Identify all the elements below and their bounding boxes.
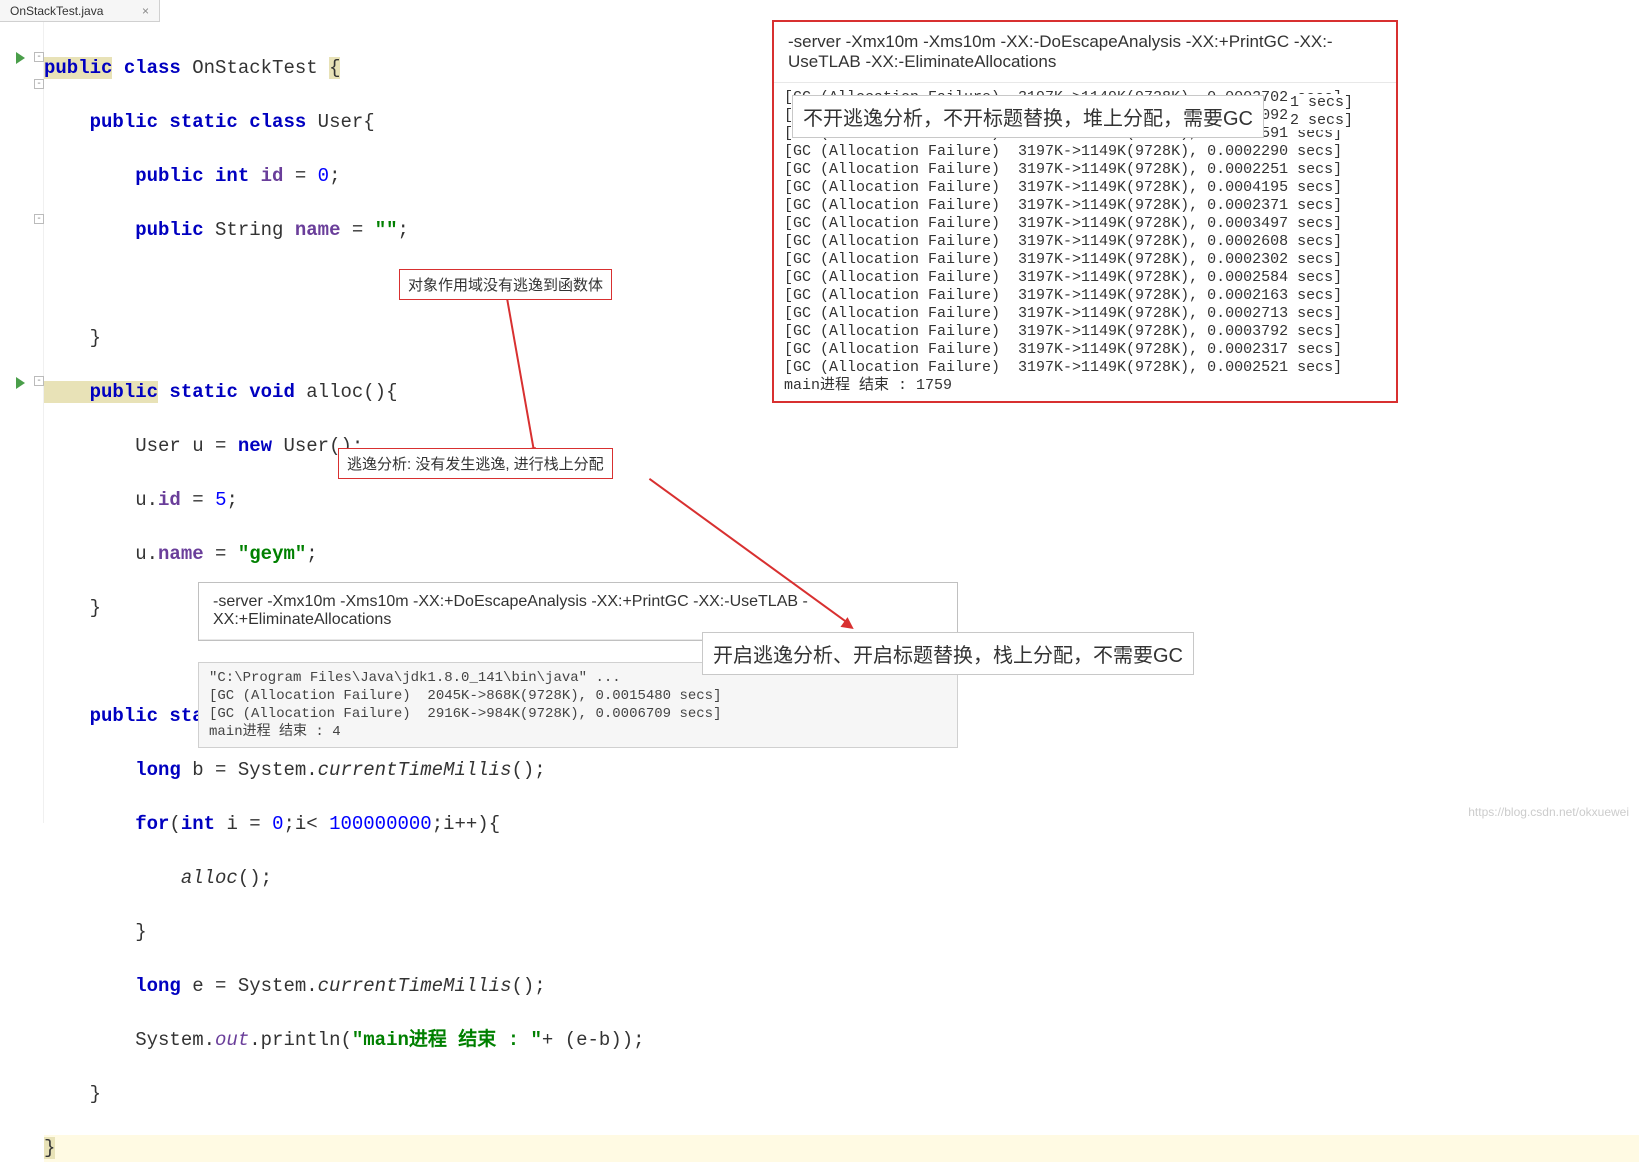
code-line: System.out.println("main进程 结束 : "+ (e-b)… [44, 1027, 1639, 1054]
file-tab-title: OnStackTest.java [10, 4, 103, 18]
code-line: u.name = "geym"; [44, 541, 1639, 568]
annotation-escape-analysis: 逃逸分析: 没有发生逃逸, 进行栈上分配 [338, 448, 613, 479]
code-line: long b = System.currentTimeMillis(); [44, 757, 1639, 784]
code-line: u.id = 5; [44, 487, 1639, 514]
code-line: } [44, 1135, 1639, 1162]
note-no-escape: 不开逃逸分析，不开标题替换，堆上分配，需要GC [792, 95, 1264, 138]
code-line: alloc(); [44, 865, 1639, 892]
fold-toggle-icon[interactable]: - [34, 376, 44, 386]
vm-options: -server -Xmx10m -Xms10m -XX:-DoEscapeAna… [774, 22, 1396, 83]
fold-toggle-icon[interactable]: - [34, 52, 44, 62]
fold-toggle-icon[interactable]: - [34, 214, 44, 224]
fold-toggle-icon[interactable]: - [34, 79, 44, 89]
code-line: for(int i = 0;i< 100000000;i++){ [44, 811, 1639, 838]
output-panel-no-escape: -server -Xmx10m -Xms10m -XX:-DoEscapeAna… [772, 20, 1398, 403]
code-line: long e = System.currentTimeMillis(); [44, 973, 1639, 1000]
code-line: User u = new User(); [44, 433, 1639, 460]
run-icon[interactable] [16, 377, 25, 389]
annotation-escape-scope: 对象作用域没有逃逸到函数体 [399, 269, 612, 300]
gc-tail: 1 secs] 2 secs] [1290, 94, 1353, 130]
note-with-escape: 开启逃逸分析、开启标题替换，栈上分配，不需要GC [702, 632, 1194, 675]
editor-gutter: - - - - [0, 22, 44, 823]
watermark: https://blog.csdn.net/okxuewei [1468, 805, 1629, 819]
file-tab[interactable]: OnStackTest.java × [0, 0, 160, 22]
run-icon[interactable] [16, 52, 25, 64]
close-icon[interactable]: × [142, 4, 149, 18]
code-line: } [44, 1081, 1639, 1108]
code-line: } [44, 919, 1639, 946]
